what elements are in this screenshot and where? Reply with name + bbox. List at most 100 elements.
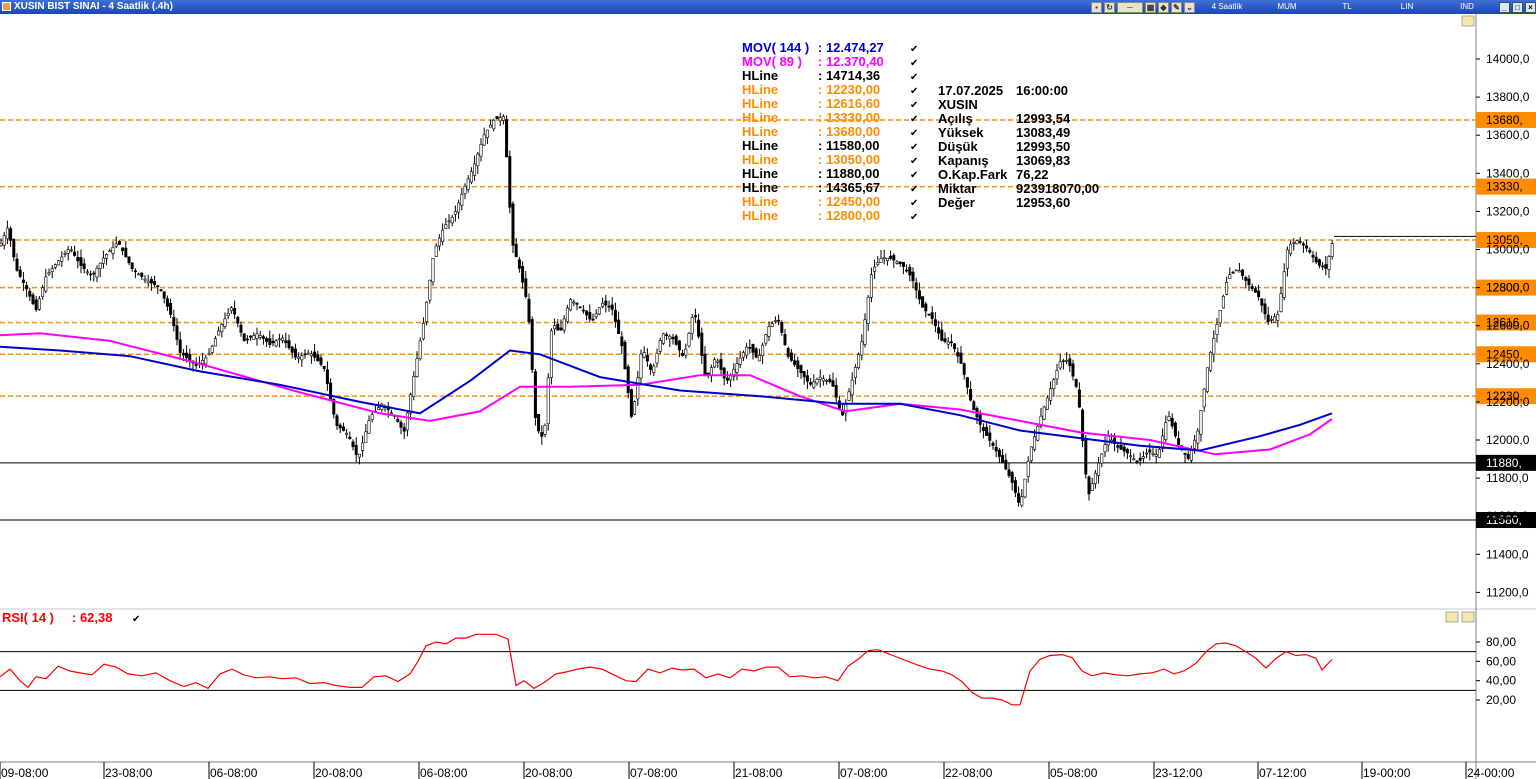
legend-value: : 14714,36 [818,68,880,83]
candle-body [297,356,301,359]
candle-body [1017,493,1021,503]
pane-button-icon [1461,611,1475,623]
legend-value: : 13680,00 [818,124,880,139]
candle-body [489,124,493,128]
candle-body [1269,318,1273,321]
candle-body [645,355,649,362]
candle-body [201,360,205,364]
candle [418,337,422,361]
candle-body [1221,296,1225,309]
candle-body [357,453,361,458]
candle-body [1317,259,1321,266]
candle-body [169,303,173,315]
candle-body [60,256,64,262]
candle-body [588,312,592,320]
candle-body [165,298,169,307]
candle-body [108,250,112,253]
candle [1023,478,1027,499]
rsi-name: RSI( 14 ) [2,610,54,625]
candle-body [1308,249,1312,253]
candle-body [57,260,61,266]
candle-body [911,271,915,282]
candle-body [1205,367,1209,392]
candle-body [1129,455,1133,458]
chart-canvas[interactable]: 13680,13330,13050,12800,12616,12450,1223… [0,0,1536,779]
candle-body [578,306,582,309]
candle-body [418,340,422,359]
candle-body [924,303,928,312]
candle-body [956,352,960,357]
candle-body [882,257,886,260]
x-tick-label: 23-08:00 [105,766,153,779]
candle [578,306,582,309]
candle-body [540,432,544,437]
candle-body [66,249,70,254]
legend-name: HLine [742,124,778,139]
candle-body [799,365,803,374]
candle-body [1013,480,1017,493]
y-tick-label: 11600,0 [1486,509,1529,523]
candle-body [1164,422,1168,440]
candle-body [879,258,883,263]
candle-body [1065,360,1069,362]
check-icon: ✔ [910,100,918,111]
candle-body [1145,452,1149,455]
info-value: 76,22 [1016,167,1049,182]
candle [661,332,665,345]
candle-body [284,340,288,344]
candle-body [495,116,499,120]
candle-body [319,357,323,365]
legend-value: : 13330,00 [818,110,880,125]
candle-body [117,241,121,245]
candle-body [1151,453,1155,455]
candle-body [946,341,950,345]
check-icon: ✔ [910,58,918,69]
candle-body [335,415,339,426]
candle-body [994,447,998,452]
candle-body [338,424,342,429]
legend-name: MOV( 144 ) [742,40,809,55]
candle-body [226,312,230,317]
candle-body [514,243,518,258]
candle-body [5,227,9,240]
candle-body [469,171,473,183]
candle-body [546,377,550,424]
candle-body [274,340,278,347]
candle-body [626,366,630,394]
candle-body [617,319,621,335]
y-tick-label: 12200,0 [1486,395,1530,409]
hline-tag-label: 13330, [1486,180,1523,194]
candle-body [1301,243,1305,246]
candle-body [322,365,326,369]
candle-body [572,301,576,304]
candle-body [607,305,611,308]
candle-body [1298,241,1302,243]
candle-body [1004,459,1008,470]
candle-body [50,268,54,273]
candle-body [661,333,665,344]
info-label: Kapanış [938,153,989,168]
candle-body [1186,454,1190,459]
candle-body [1173,422,1177,437]
info-label: Miktar [938,181,976,196]
candle-body [463,185,467,195]
candle-body [450,216,454,224]
candle-body [1241,269,1245,276]
candle-body [642,352,646,358]
candle-body [834,384,838,398]
candle-body [217,330,221,336]
candle-body [466,178,470,190]
candle-body [1314,256,1318,263]
candle-body [1087,476,1091,495]
legend-name: HLine [742,110,778,125]
y-tick-label: 13000,0 [1486,243,1530,257]
y-tick-label: 13800,0 [1486,90,1530,104]
candle-body [962,363,966,375]
candle-body [1116,445,1120,448]
legend-name: HLine [742,208,778,223]
candle-body [287,340,291,348]
candle-body [933,319,937,327]
candle-body [521,266,525,283]
candle-body [853,367,857,378]
candle-body [527,298,531,322]
